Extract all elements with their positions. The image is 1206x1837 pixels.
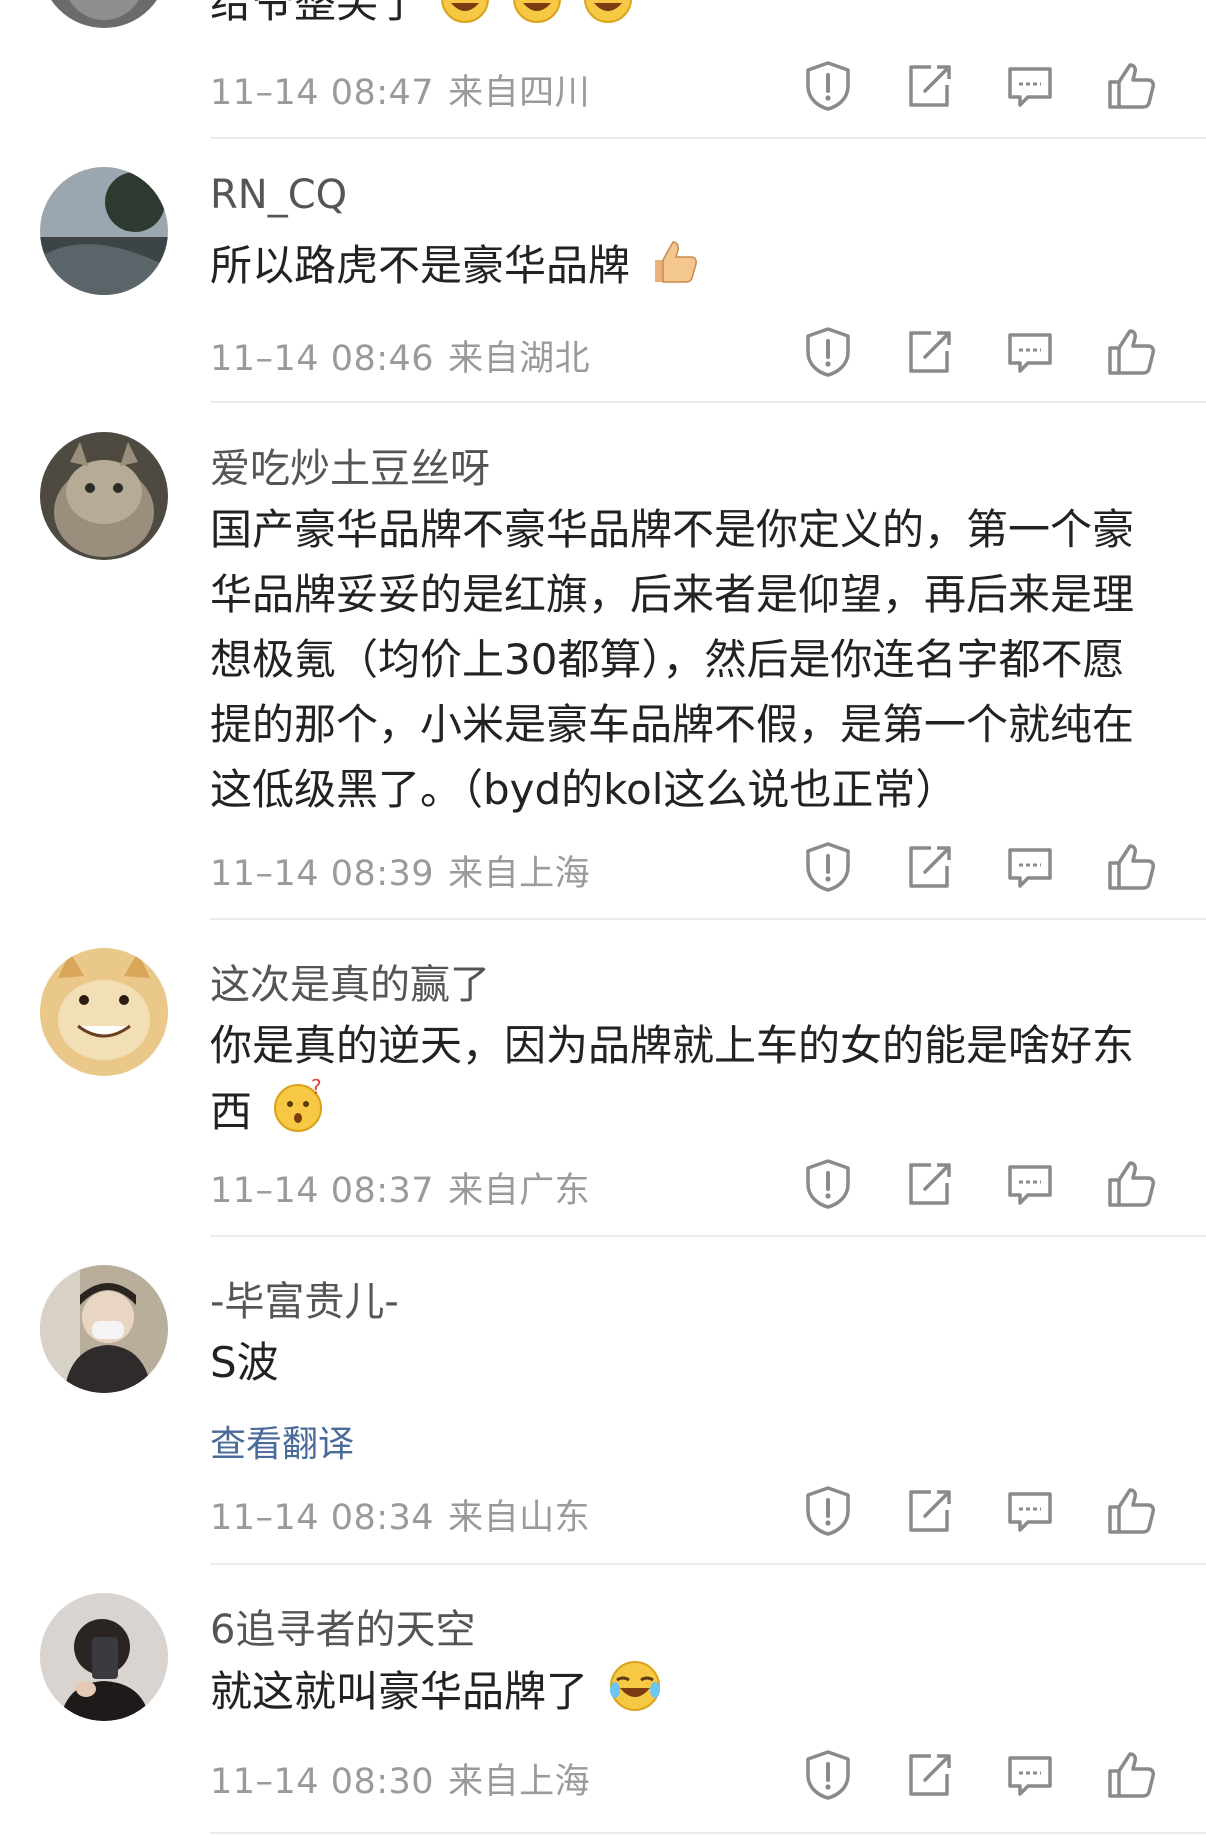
username[interactable]: 爱吃炒土豆丝呀 — [210, 436, 490, 494]
username[interactable]: 6追寻者的天空 — [210, 1597, 475, 1655]
like-icon[interactable] — [1103, 1483, 1159, 1539]
comment-actions — [800, 839, 1170, 899]
comment-meta: 11–14 08:47 来自四川 — [210, 64, 590, 115]
laugh-cry-emoji-icon — [439, 0, 491, 43]
location: 来自四川 — [448, 73, 591, 113]
comment-actions — [800, 58, 1170, 118]
repost-icon[interactable] — [901, 1483, 957, 1539]
comment-text: 国产豪华品牌不豪华品牌不是你定义的，第一个豪华品牌妥妥的是红旗，后来者是仰望，再… — [210, 505, 1135, 814]
location: 来自上海 — [448, 1762, 591, 1802]
divider — [210, 1563, 1206, 1565]
avatar[interactable] — [40, 948, 168, 1076]
comment-text: 所以路虎不是豪华品牌 — [210, 233, 1160, 306]
comment-actions — [800, 1747, 1170, 1807]
laugh-cry-emoji-icon — [511, 0, 563, 43]
comment-text: 就这就叫豪华品牌了 — [210, 1658, 1160, 1732]
repost-icon[interactable] — [901, 839, 957, 895]
report-icon[interactable] — [800, 324, 856, 380]
divider — [210, 401, 1206, 403]
laugh-cry-emoji-icon — [582, 0, 634, 43]
comment-text: 你是真的逆天，因为品牌就上车的女的能是啥好东西 ? — [210, 1013, 1160, 1152]
timestamp: 11–14 08:47 — [210, 73, 435, 113]
timestamp: 11–14 08:46 — [210, 339, 435, 379]
reply-icon[interactable] — [1002, 1156, 1058, 1212]
like-icon[interactable] — [1103, 1156, 1159, 1212]
divider — [210, 137, 1206, 139]
comment-text: 给爷整笑了 — [210, 0, 1160, 43]
repost-icon[interactable] — [901, 324, 957, 380]
report-icon[interactable] — [800, 1483, 856, 1539]
comment-actions — [800, 1483, 1170, 1543]
comment-meta: 11–14 08:30 来自上海 — [210, 1753, 590, 1804]
divider — [210, 1235, 1206, 1237]
like-icon[interactable] — [1103, 324, 1159, 380]
repost-icon[interactable] — [901, 1156, 957, 1212]
username[interactable]: RN_CQ — [210, 172, 347, 218]
report-icon[interactable] — [800, 58, 856, 114]
reply-icon[interactable] — [1002, 58, 1058, 114]
timestamp: 11–14 08:37 — [210, 1171, 435, 1211]
comment-meta: 11–14 08:46 来自湖北 — [210, 330, 590, 381]
repost-icon[interactable] — [901, 58, 957, 114]
like-icon[interactable] — [1103, 839, 1159, 895]
comment-meta: 11–14 08:34 来自山东 — [210, 1489, 590, 1540]
surprised-emoji-icon: ? — [271, 1075, 327, 1152]
location: 来自山东 — [448, 1498, 591, 1538]
location: 来自广东 — [448, 1171, 591, 1211]
reply-icon[interactable] — [1002, 839, 1058, 895]
avatar[interactable] — [40, 1593, 168, 1721]
like-icon[interactable] — [1103, 1747, 1159, 1803]
repost-icon[interactable] — [901, 1747, 957, 1803]
avatar[interactable] — [40, 432, 168, 560]
report-icon[interactable] — [800, 1156, 856, 1212]
laugh-cry-emoji-icon — [607, 1658, 663, 1732]
comment-actions — [800, 324, 1170, 384]
reply-icon[interactable] — [1002, 1483, 1058, 1539]
location: 来自湖北 — [448, 339, 591, 379]
reply-icon[interactable] — [1002, 1747, 1058, 1803]
comment-actions — [800, 1156, 1170, 1216]
svg-text:?: ? — [311, 1078, 322, 1099]
timestamp: 11–14 08:34 — [210, 1498, 435, 1538]
reply-icon[interactable] — [1002, 324, 1058, 380]
view-translation-link[interactable]: 查看翻译 — [210, 1415, 354, 1467]
report-icon[interactable] — [800, 1747, 856, 1803]
thumbs-up-emoji-icon — [649, 236, 701, 306]
timestamp: 11–14 08:39 — [210, 854, 435, 894]
location: 来自上海 — [448, 854, 591, 894]
comment-meta: 11–14 08:37 来自广东 — [210, 1162, 590, 1213]
divider — [210, 918, 1206, 920]
avatar[interactable] — [40, 0, 168, 28]
comment-text: S波 — [210, 1338, 279, 1387]
report-icon[interactable] — [800, 839, 856, 895]
divider — [210, 1832, 1206, 1834]
username[interactable]: -毕富贵儿- — [210, 1269, 399, 1327]
timestamp: 11–14 08:30 — [210, 1762, 435, 1802]
like-icon[interactable] — [1103, 58, 1159, 114]
avatar[interactable] — [40, 167, 168, 295]
avatar[interactable] — [40, 1265, 168, 1393]
username[interactable]: 这次是真的赢了 — [210, 952, 490, 1010]
comment-meta: 11–14 08:39 来自上海 — [210, 845, 590, 896]
